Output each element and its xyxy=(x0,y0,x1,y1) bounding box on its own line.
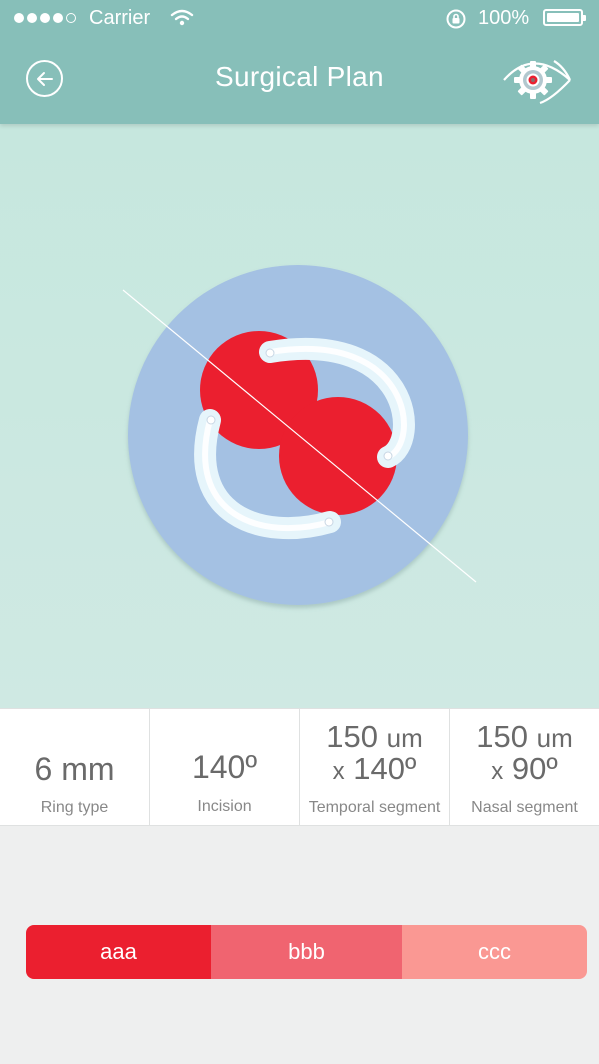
ring-type-value: 6 mm xyxy=(34,751,115,787)
segment-aaa[interactable]: aaa xyxy=(26,925,211,979)
incision-cell: 140º Incision xyxy=(150,709,300,825)
temporal-segment-size: 150 um xyxy=(326,719,423,754)
segment-ccc[interactable]: ccc xyxy=(402,925,587,979)
temporal-segment-angle: x 140º xyxy=(332,751,417,786)
battery-icon xyxy=(543,9,586,26)
carrier-name: Carrier xyxy=(89,7,151,29)
header: Carrier 100% Surgical Plan xyxy=(0,0,599,124)
nasal-segment-label: Nasal segment xyxy=(471,799,578,816)
status-bar: Carrier 100% xyxy=(0,0,599,38)
wifi-icon xyxy=(170,9,194,26)
nasal-segment-angle: x 90º xyxy=(491,751,558,786)
surgical-diagram xyxy=(0,124,599,708)
incision-value: 140º xyxy=(191,749,258,785)
plan-summary-table: 6 mm Ring type 140º Incision 150 um x 14… xyxy=(0,708,599,826)
nasal-segment-size: 150 um xyxy=(476,719,573,754)
rotation-lock-icon xyxy=(446,9,466,29)
eye-settings-button[interactable] xyxy=(500,55,576,105)
eye-gear-icon xyxy=(503,60,571,105)
ring-type-label: Ring type xyxy=(40,799,109,816)
incision-label: Incision xyxy=(197,798,252,815)
battery-percent: 100% xyxy=(478,7,530,29)
ring-diagram-svg xyxy=(122,265,477,605)
temporal-segment-label: Temporal segment xyxy=(308,799,441,816)
nasal-segment-cell: 150 um x 90º Nasal segment xyxy=(450,709,599,825)
signal-strength-icon xyxy=(14,13,76,23)
ring-type-cell: 6 mm Ring type xyxy=(0,709,150,825)
segmented-control: aaa bbb ccc xyxy=(26,925,587,979)
temporal-segment-cell: 150 um x 140º Temporal segment xyxy=(300,709,450,825)
segment-bbb[interactable]: bbb xyxy=(211,925,402,979)
